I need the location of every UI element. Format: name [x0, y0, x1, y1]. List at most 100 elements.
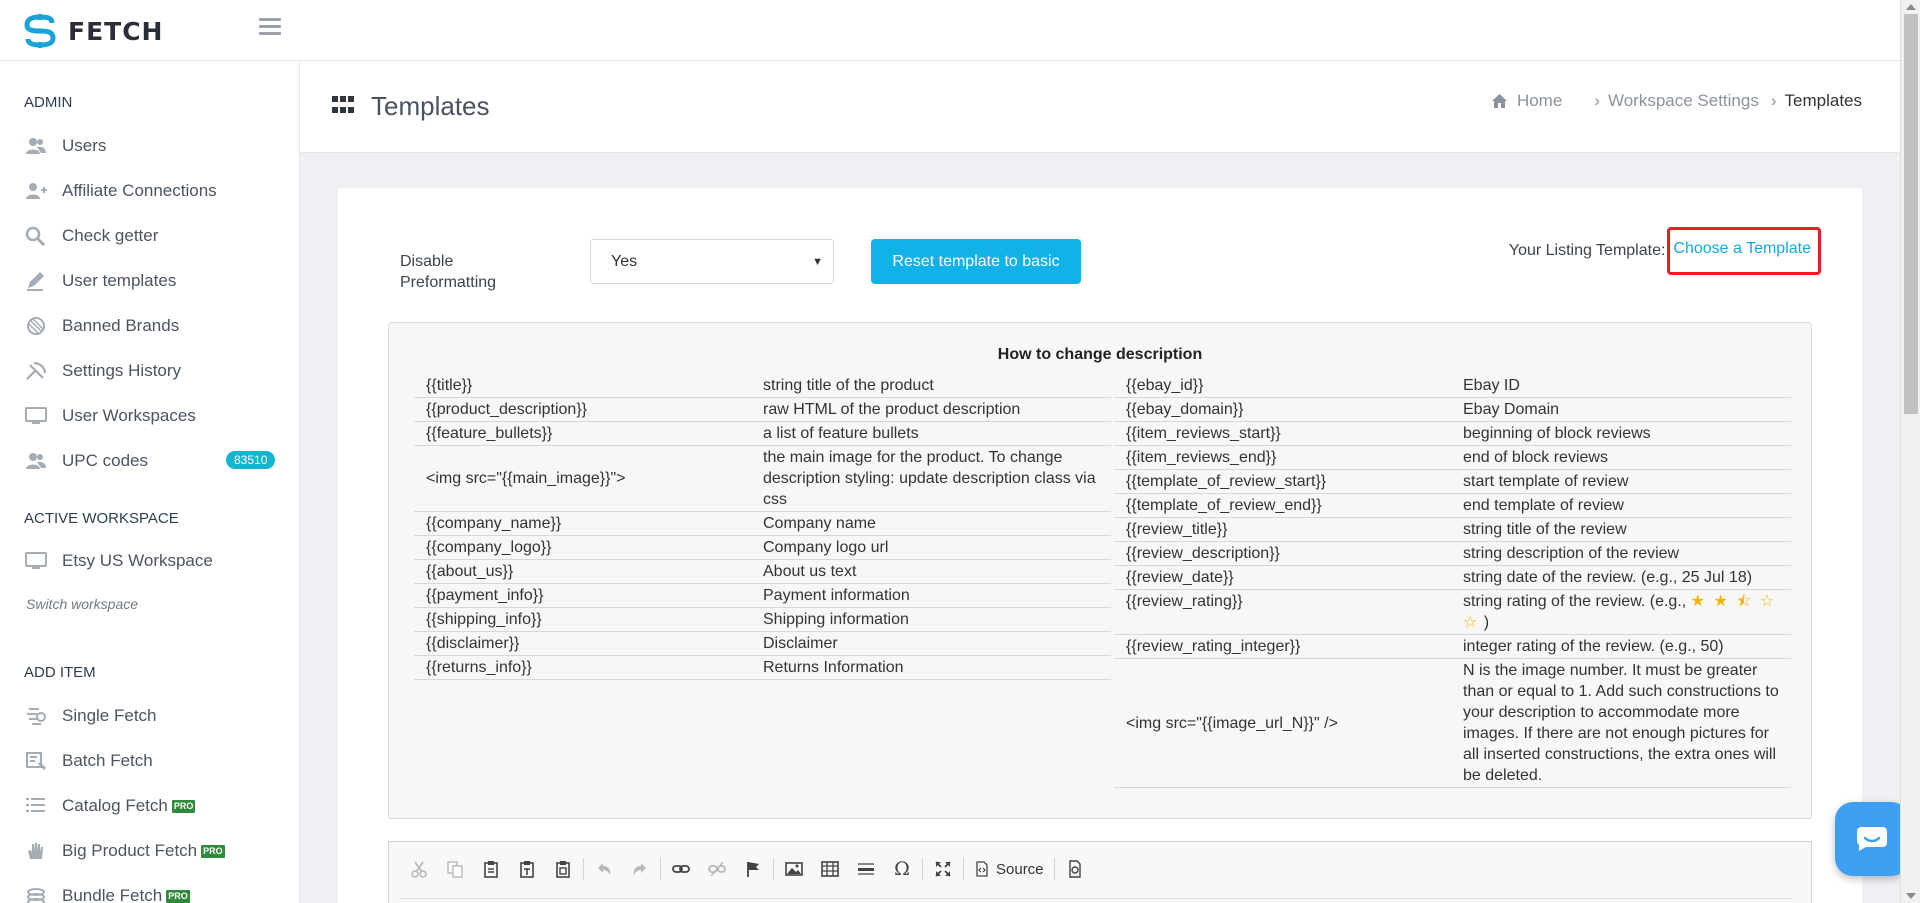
variable-name: {{feature_bullets}} [414, 421, 751, 446]
special-char-icon[interactable]: Ω [884, 854, 920, 884]
unlink-icon[interactable] [699, 854, 735, 884]
breadcrumb-workspace-settings[interactable]: Workspace Settings [1608, 91, 1759, 111]
anchor-icon[interactable] [735, 854, 771, 884]
sidebar-item-big-product-fetch[interactable]: Big Product Fetch PRO [24, 836, 225, 866]
variable-description: end of block reviews [1451, 445, 1791, 470]
redo-icon[interactable] [622, 854, 658, 884]
variable-name: {{template_of_review_start}} [1114, 469, 1451, 494]
choose-template-link[interactable]: Choose a Template [1667, 227, 1821, 275]
maximize-icon[interactable] [925, 854, 961, 884]
sidebar-item-banned-brands[interactable]: Banned Brands [24, 311, 179, 341]
copy-icon[interactable] [437, 854, 473, 884]
editor-toolbar: Ω Source [401, 854, 1093, 884]
sidebar-item-settings-history[interactable]: Settings History [24, 356, 181, 386]
list-icon [24, 795, 48, 817]
variable-row: {{ebay_domain}} Ebay Domain [1114, 397, 1791, 422]
monitor-icon [24, 405, 48, 427]
template-icon[interactable] [1057, 854, 1093, 884]
search-icon [24, 225, 48, 247]
hand-icon [24, 840, 48, 862]
fetch-logo-icon [24, 14, 56, 48]
sidebar-item-batch-fetch[interactable]: Batch Fetch [24, 746, 153, 776]
scroll-up-icon[interactable] [1906, 4, 1916, 10]
source-button[interactable]: Source [966, 854, 1052, 884]
paste-text-icon[interactable] [509, 854, 545, 884]
sidebar-item-label: Banned Brands [62, 316, 180, 335]
logo[interactable]: FETCH [22, 12, 163, 50]
variable-name: {{company_logo}} [414, 535, 751, 560]
breadcrumb: Home › Workspace Settings › Templates [1491, 91, 1862, 111]
section-active-workspace: ACTIVE WORKSPACE [24, 510, 179, 527]
cut-icon[interactable] [401, 854, 437, 884]
sidebar-item-bundle-fetch[interactable]: Bundle Fetch PRO [24, 881, 190, 903]
sidebar-item-single-fetch[interactable]: Single Fetch [24, 701, 157, 731]
variable-name: {{item_reviews_end}} [1114, 445, 1451, 470]
variable-name: {{returns_info}} [414, 655, 751, 680]
variables-table-left: {{title}} string title of the product {{pr… [414, 374, 1111, 680]
variable-name: {{disclaimer}} [414, 631, 751, 656]
fetch-icon [24, 705, 48, 727]
sidebar-item-label: Catalog Fetch PRO [62, 796, 196, 815]
breadcrumb-home[interactable]: Home [1517, 91, 1562, 111]
variable-name: {{ebay_id}} [1114, 374, 1451, 398]
page-title: Templates [371, 91, 490, 121]
users-icon [24, 450, 48, 472]
shield-icon [24, 315, 48, 337]
table-icon[interactable] [812, 854, 848, 884]
variables-table-right: {{ebay_id}} Ebay ID {{ebay_domain}} Ebay Do… [1114, 374, 1791, 788]
sidebar: ADMIN Users Affiliate Connections Check … [0, 61, 300, 903]
undo-icon[interactable] [586, 854, 622, 884]
sidebar-item-affiliate-connections[interactable]: Affiliate Connections [24, 176, 217, 206]
source-label: Source [996, 860, 1044, 878]
section-add-item: ADD ITEM [24, 664, 96, 681]
monitor-icon [24, 550, 48, 572]
paste-icon[interactable] [473, 854, 509, 884]
variable-name: {{product_description}} [414, 397, 751, 422]
source-icon [976, 861, 988, 877]
variable-row: {{template_of_review_start}} start templa… [1114, 469, 1791, 494]
variable-name: {{review_rating}} [1114, 589, 1451, 635]
variable-description: Payment information [751, 583, 1111, 608]
variable-row: {{company_name}} Company name [414, 511, 1111, 536]
sidebar-item-label: Check getter [62, 226, 159, 245]
variable-description: the main image for the product. To chang… [751, 445, 1111, 512]
variable-description: a list of feature bullets [751, 421, 1111, 446]
page-scrollbar[interactable] [1900, 0, 1920, 903]
reset-template-button[interactable]: Reset template to basic [871, 239, 1081, 284]
disable-preformatting-select[interactable]: Yes ▼ [590, 239, 834, 284]
sidebar-item-user-workspaces[interactable]: User Workspaces [24, 401, 196, 431]
sidebar-item-catalog-fetch[interactable]: Catalog Fetch PRO [24, 791, 196, 821]
batch-icon [24, 750, 48, 772]
variable-row: <img src="{{image_url_N}}" /> N is the im… [1114, 658, 1791, 788]
section-admin: ADMIN [24, 94, 73, 111]
variable-description: string title of the review [1451, 517, 1791, 542]
image-icon[interactable] [776, 854, 812, 884]
scroll-down-icon[interactable] [1906, 893, 1916, 899]
upc-count-badge: 83510 [226, 451, 276, 469]
sidebar-item-users[interactable]: Users [24, 131, 106, 161]
variable-name: {{review_title}} [1114, 517, 1451, 542]
sidebar-item-check-getter[interactable]: Check getter [24, 221, 158, 251]
breadcrumb-current: Templates [1784, 91, 1862, 110]
link-icon[interactable] [663, 854, 699, 884]
sidebar-item-etsy-workspace[interactable]: Etsy US Workspace [24, 546, 213, 576]
variable-name: {{company_name}} [414, 511, 751, 536]
horizontal-line-icon[interactable] [848, 854, 884, 884]
variable-row: {{template_of_review_end}} end template o… [1114, 493, 1791, 518]
scrollbar-thumb[interactable] [1904, 14, 1918, 414]
variable-row: {{feature_bullets}} a list of feature bul… [414, 421, 1111, 446]
variable-row: {{item_reviews_start}} beginning of block… [1114, 421, 1791, 446]
sidebar-item-upc-codes[interactable]: UPC codes [24, 446, 148, 476]
menu-toggle-icon[interactable] [259, 18, 281, 38]
variable-row: {{product_description}} raw HTML of the p… [414, 397, 1111, 422]
variable-row: {{payment_info}} Payment information [414, 583, 1111, 608]
paste-word-icon[interactable] [545, 854, 581, 884]
variable-row: {{ebay_id}} Ebay ID [1114, 374, 1791, 398]
chat-widget-button[interactable] [1835, 802, 1909, 876]
variable-name: <img src="{{image_url_N}}" /> [1114, 658, 1451, 788]
variable-name: {{item_reviews_start}} [1114, 421, 1451, 446]
sidebar-item-user-templates[interactable]: User templates [24, 266, 176, 296]
variable-description: Company logo url [751, 535, 1111, 560]
switch-workspace-link[interactable]: Switch workspace [26, 596, 138, 612]
select-value: Yes [611, 252, 638, 270]
